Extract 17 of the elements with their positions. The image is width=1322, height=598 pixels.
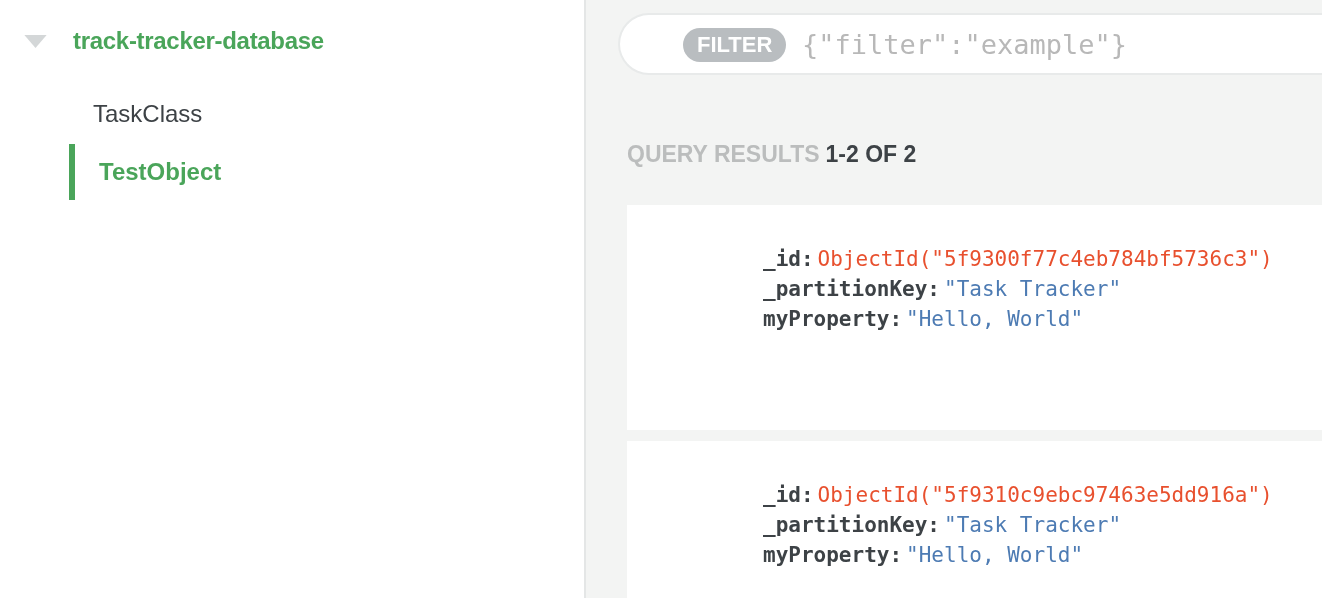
field-key: _id:: [763, 480, 814, 510]
results-label: QUERY RESULTS: [627, 141, 820, 168]
field-key: myProperty:: [763, 304, 903, 334]
field-key: myProperty:: [763, 540, 903, 570]
caret-icon[interactable]: [24, 34, 47, 48]
field-value: "Task Tracker": [944, 512, 1122, 539]
field-key: _partitionKey:: [763, 510, 940, 540]
database-name[interactable]: track-tracker-database: [73, 27, 324, 55]
field-key: _id:: [763, 244, 814, 274]
results-count: 1-2 OF 2: [825, 141, 917, 168]
field-value: "Hello, World": [906, 306, 1084, 333]
field-value: "Hello, World": [906, 542, 1084, 569]
field-value: ObjectId("5f9310c9ebc97463e5dd916a"): [817, 482, 1273, 509]
collection-item[interactable]: TaskClass: [69, 94, 584, 134]
field-value: ObjectId("5f9300f77c4eb784bf5736c3"): [817, 246, 1273, 273]
field-key: _partitionKey:: [763, 274, 940, 304]
field-value: "Task Tracker": [944, 276, 1122, 303]
